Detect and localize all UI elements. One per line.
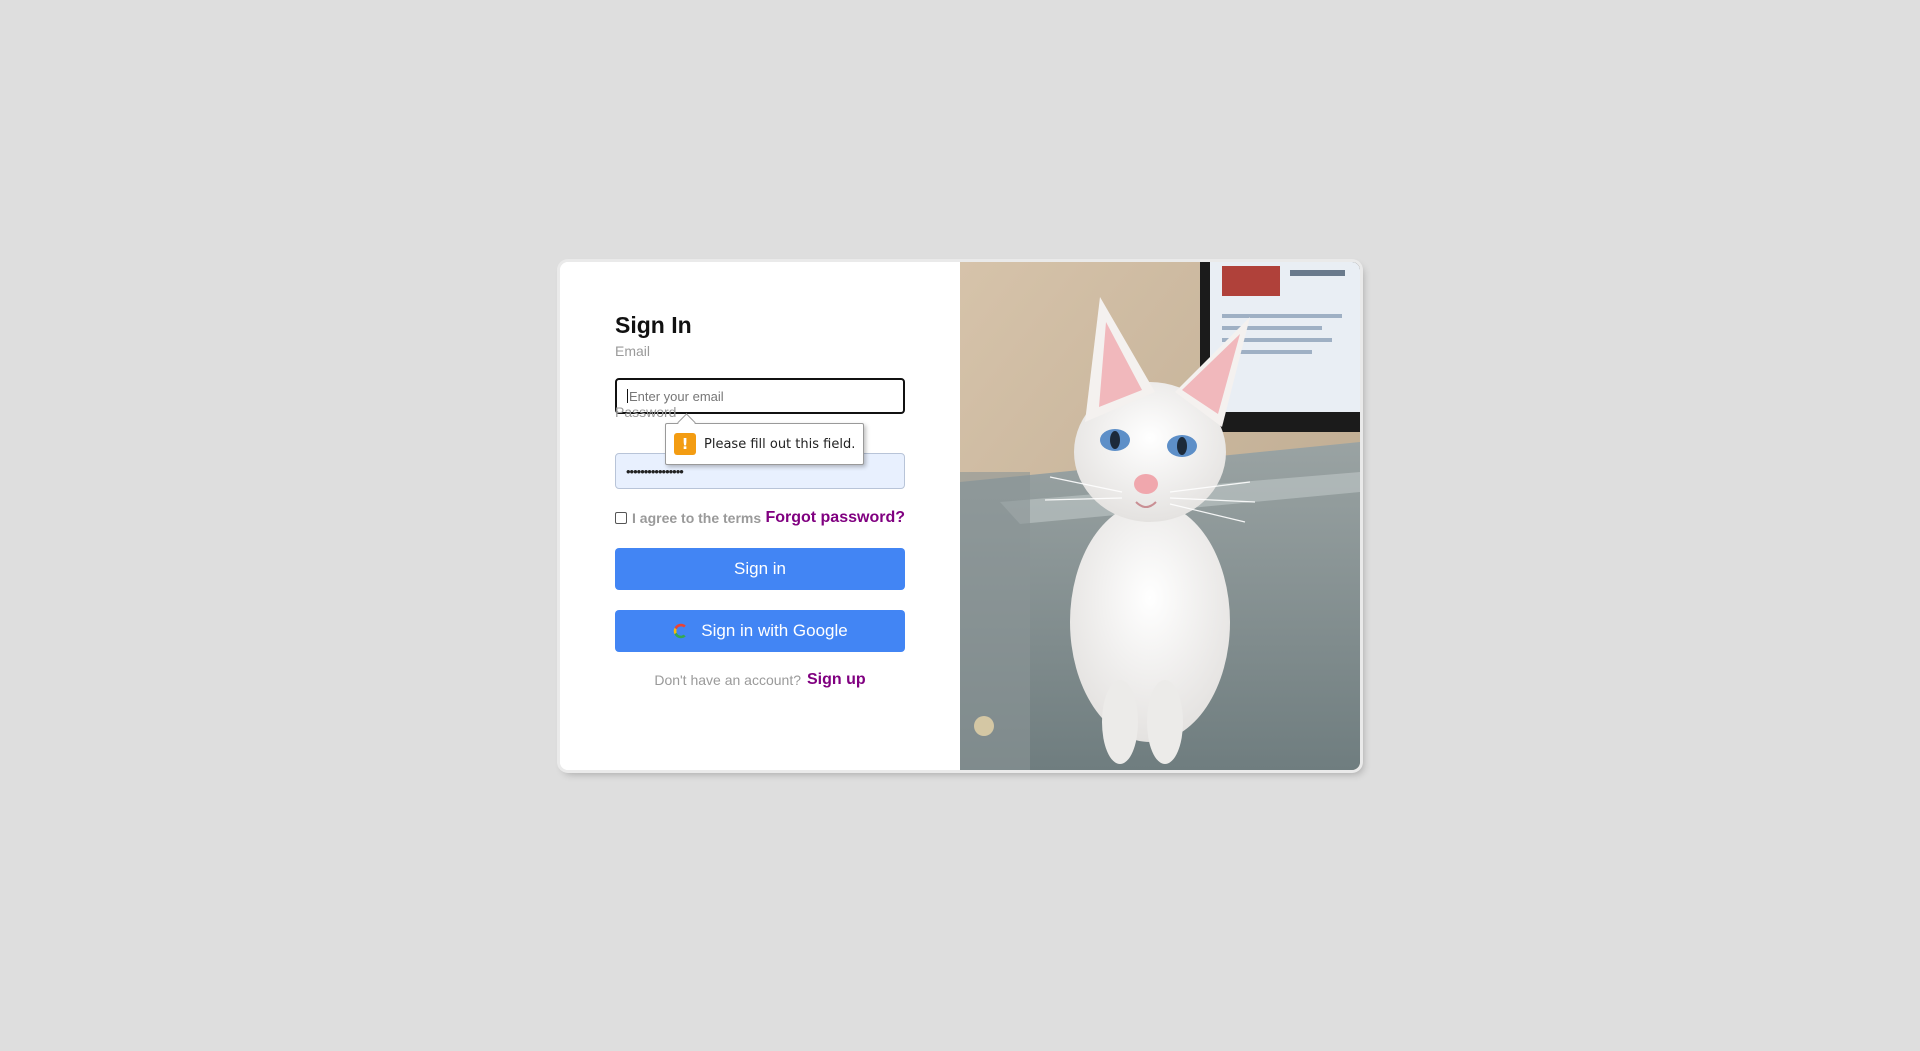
no-account-text: Don't have an account? [654, 672, 801, 688]
sign-up-link[interactable]: Sign up [807, 671, 866, 689]
cat-illustration [960, 262, 1360, 770]
email-placeholder: Enter your email [629, 388, 724, 404]
sign-in-button-label: Sign in [734, 559, 786, 578]
forgot-password-link[interactable]: Forgot password? [765, 509, 905, 527]
sign-in-form-panel: Sign In Email Enter your email Password … [560, 262, 960, 770]
terms-label: I agree to the terms [632, 510, 762, 526]
warning-icon: ! [674, 433, 696, 455]
password-value: •••••••••••••••• [626, 463, 684, 479]
sign-up-row: Don't have an account? Sign up [615, 671, 905, 689]
google-sign-in-label: Sign in with Google [701, 621, 848, 640]
page-title: Sign In [615, 312, 692, 338]
hero-cat-photo [960, 262, 1360, 770]
terms-checkbox[interactable] [615, 512, 627, 524]
google-icon [674, 623, 689, 639]
validation-message: Please fill out this field. [704, 436, 856, 452]
text-caret [627, 389, 628, 403]
sign-in-card: Sign In Email Enter your email Password … [560, 262, 1360, 770]
email-label: Email [615, 343, 651, 359]
password-label: Password [615, 404, 677, 420]
validation-tooltip: ! Please fill out this field. [665, 423, 865, 465]
google-sign-in-button[interactable]: Sign in with Google [615, 610, 905, 652]
terms-row: I agree to the terms Forgot password? [615, 507, 905, 529]
sign-in-button[interactable]: Sign in [615, 548, 905, 590]
